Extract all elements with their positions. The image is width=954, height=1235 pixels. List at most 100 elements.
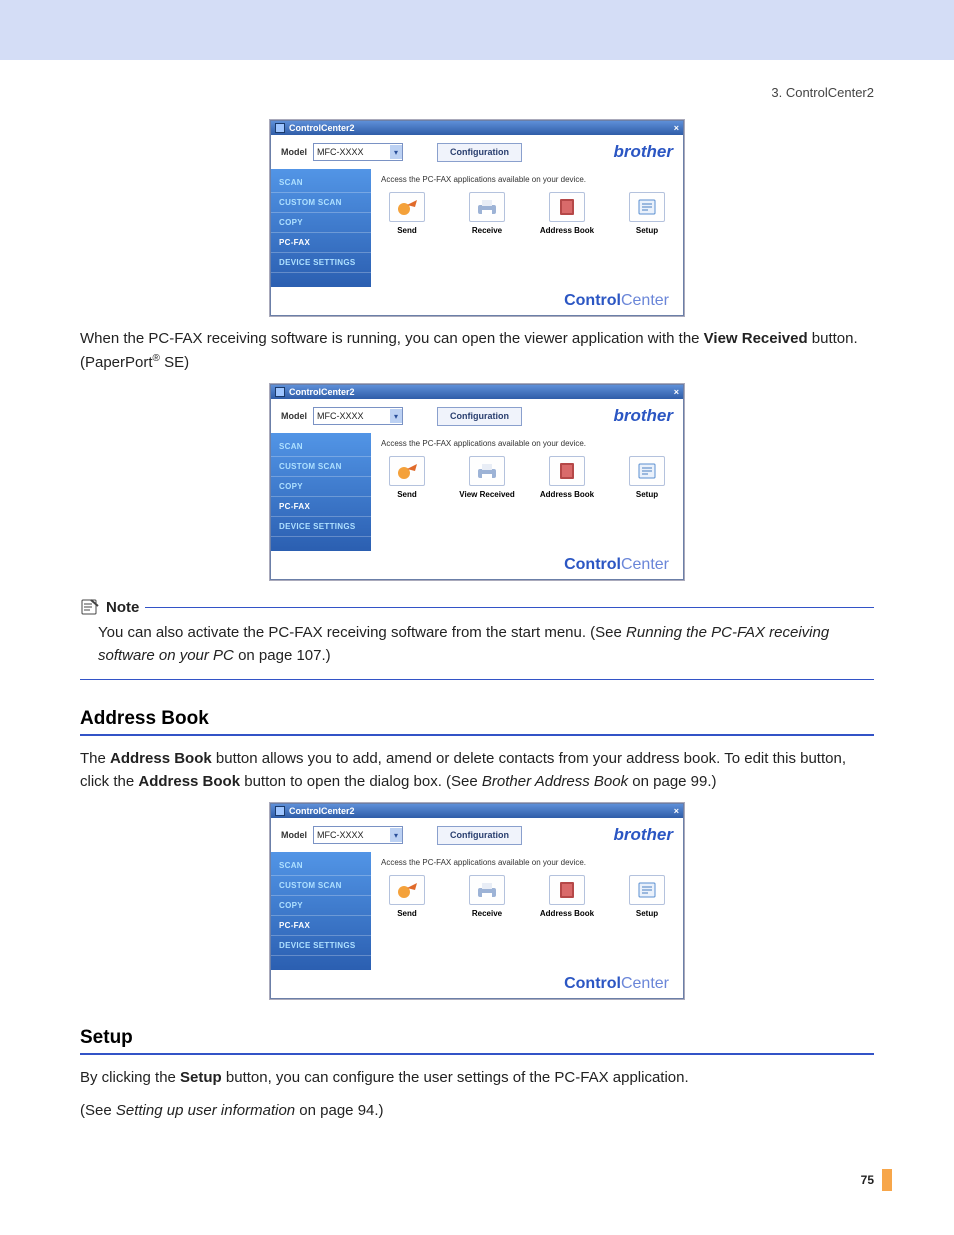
model-label: Model: [281, 830, 307, 840]
address-book-label: Address Book: [540, 909, 594, 918]
setup-button[interactable]: Setup: [621, 456, 673, 499]
address-book-button[interactable]: Address Book: [541, 456, 593, 499]
configuration-button[interactable]: Configuration: [437, 143, 522, 162]
chevron-down-icon: ▾: [390, 828, 402, 842]
printer-icon: [474, 461, 500, 481]
controlcenter-screenshot-1: ControlCenter2 × Model MFC-XXXX ▾ Config…: [270, 120, 684, 316]
setup-button[interactable]: Setup: [621, 875, 673, 918]
sidebar-item-copy[interactable]: COPY: [271, 213, 371, 233]
send-icon: [395, 880, 419, 900]
note-body: You can also activate the PC-FAX receivi…: [80, 616, 874, 673]
top-band: [0, 0, 954, 60]
send-label: Send: [397, 226, 417, 235]
setup-label: Setup: [636, 226, 658, 235]
paragraph-address-book: The Address Book button allows you to ad…: [80, 748, 874, 793]
sidebar-item-device-settings[interactable]: DEVICE SETTINGS: [271, 936, 371, 956]
model-select[interactable]: MFC-XXXX ▾: [313, 407, 403, 425]
sidebar-item-device-settings[interactable]: DEVICE SETTINGS: [271, 517, 371, 537]
setup-icon: [636, 461, 658, 481]
controlcenter-screenshot-3: ControlCenter2 × Model MFC-XXXX ▾ Config…: [270, 803, 684, 999]
cc-description: Access the PC-FAX applications available…: [381, 858, 673, 867]
book-icon: [557, 197, 577, 217]
sidebar-item-copy[interactable]: COPY: [271, 477, 371, 497]
cc-description: Access the PC-FAX applications available…: [381, 439, 673, 448]
sidebar-item-scan[interactable]: SCAN: [271, 856, 371, 876]
receive-label: Receive: [472, 226, 502, 235]
sidebar-item-scan[interactable]: SCAN: [271, 173, 371, 193]
printer-icon: [474, 880, 500, 900]
paragraph-view-received: When the PC-FAX receiving software is ru…: [80, 328, 874, 374]
note-icon: [80, 598, 100, 616]
sidebar-item-custom-scan[interactable]: CUSTOM SCAN: [271, 876, 371, 896]
sidebar-item-custom-scan[interactable]: CUSTOM SCAN: [271, 457, 371, 477]
sidebar-item-pcfax[interactable]: PC-FAX: [271, 233, 371, 253]
send-button[interactable]: Send: [381, 456, 433, 499]
configuration-button[interactable]: Configuration: [437, 826, 522, 845]
configuration-button[interactable]: Configuration: [437, 407, 522, 426]
section-tab: [882, 1169, 892, 1191]
sidebar-item-pcfax[interactable]: PC-FAX: [271, 916, 371, 936]
address-book-label: Address Book: [540, 490, 594, 499]
section-setup: Setup: [80, 1027, 874, 1049]
paragraph-setup-2: (See Setting up user information on page…: [80, 1100, 874, 1123]
model-select[interactable]: MFC-XXXX ▾: [313, 143, 403, 161]
chevron-down-icon: ▾: [390, 145, 402, 159]
cc-sidebar: SCAN CUSTOM SCAN COPY PC-FAX DEVICE SETT…: [271, 852, 371, 970]
brother-logo: brother: [614, 406, 674, 426]
model-select[interactable]: MFC-XXXX ▾: [313, 826, 403, 844]
book-icon: [557, 880, 577, 900]
cc-title: ControlCenter2: [289, 806, 355, 816]
send-label: Send: [397, 490, 417, 499]
address-book-label: Address Book: [540, 226, 594, 235]
sidebar-item-scan[interactable]: SCAN: [271, 437, 371, 457]
footer-light: Center: [621, 975, 669, 993]
cc-sidebar: SCAN CUSTOM SCAN COPY PC-FAX DEVICE SETT…: [271, 169, 371, 287]
cc-description: Access the PC-FAX applications available…: [381, 175, 673, 184]
sidebar-item-copy[interactable]: COPY: [271, 896, 371, 916]
address-book-button[interactable]: Address Book: [541, 192, 593, 235]
cc-footer: Control Center: [271, 970, 683, 998]
receive-label: Receive: [472, 909, 502, 918]
footer-light: Center: [621, 292, 669, 310]
section-address-book: Address Book: [80, 708, 874, 730]
controlcenter-screenshot-2: ControlCenter2 × Model MFC-XXXX ▾ Config…: [270, 384, 684, 580]
send-button[interactable]: Send: [381, 192, 433, 235]
sidebar-item-pcfax[interactable]: PC-FAX: [271, 497, 371, 517]
footer-light: Center: [621, 556, 669, 574]
cc-title: ControlCenter2: [289, 123, 355, 133]
cc-titlebar: ControlCenter2 ×: [271, 804, 683, 818]
cc-titlebar: ControlCenter2 ×: [271, 385, 683, 399]
cc-footer: Control Center: [271, 287, 683, 315]
address-book-button[interactable]: Address Book: [541, 875, 593, 918]
cc-sidebar: SCAN CUSTOM SCAN COPY PC-FAX DEVICE SETT…: [271, 433, 371, 551]
send-icon: [395, 461, 419, 481]
breadcrumb: 3. ControlCenter2: [80, 85, 874, 100]
send-button[interactable]: Send: [381, 875, 433, 918]
note-title: Note: [106, 599, 139, 616]
sidebar-item-device-settings[interactable]: DEVICE SETTINGS: [271, 253, 371, 273]
model-value: MFC-XXXX: [317, 147, 364, 157]
cc-footer: Control Center: [271, 551, 683, 579]
send-label: Send: [397, 909, 417, 918]
receive-button[interactable]: Receive: [461, 192, 513, 235]
setup-icon: [636, 197, 658, 217]
footer-bold: Control: [564, 975, 621, 993]
note-block: Note You can also activate the PC-FAX re…: [80, 598, 874, 680]
close-icon[interactable]: ×: [674, 806, 679, 816]
cc-app-icon: [275, 806, 285, 816]
book-icon: [557, 461, 577, 481]
send-icon: [395, 197, 419, 217]
setup-button[interactable]: Setup: [621, 192, 673, 235]
paragraph-setup-1: By clicking the Setup button, you can co…: [80, 1067, 874, 1090]
footer-bold: Control: [564, 556, 621, 574]
view-received-button[interactable]: View Received: [461, 456, 513, 499]
model-value: MFC-XXXX: [317, 411, 364, 421]
chevron-down-icon: ▾: [390, 409, 402, 423]
receive-button[interactable]: Receive: [461, 875, 513, 918]
sidebar-item-custom-scan[interactable]: CUSTOM SCAN: [271, 193, 371, 213]
close-icon[interactable]: ×: [674, 123, 679, 133]
close-icon[interactable]: ×: [674, 387, 679, 397]
note-rule: [145, 607, 874, 608]
cc-app-icon: [275, 387, 285, 397]
model-label: Model: [281, 147, 307, 157]
